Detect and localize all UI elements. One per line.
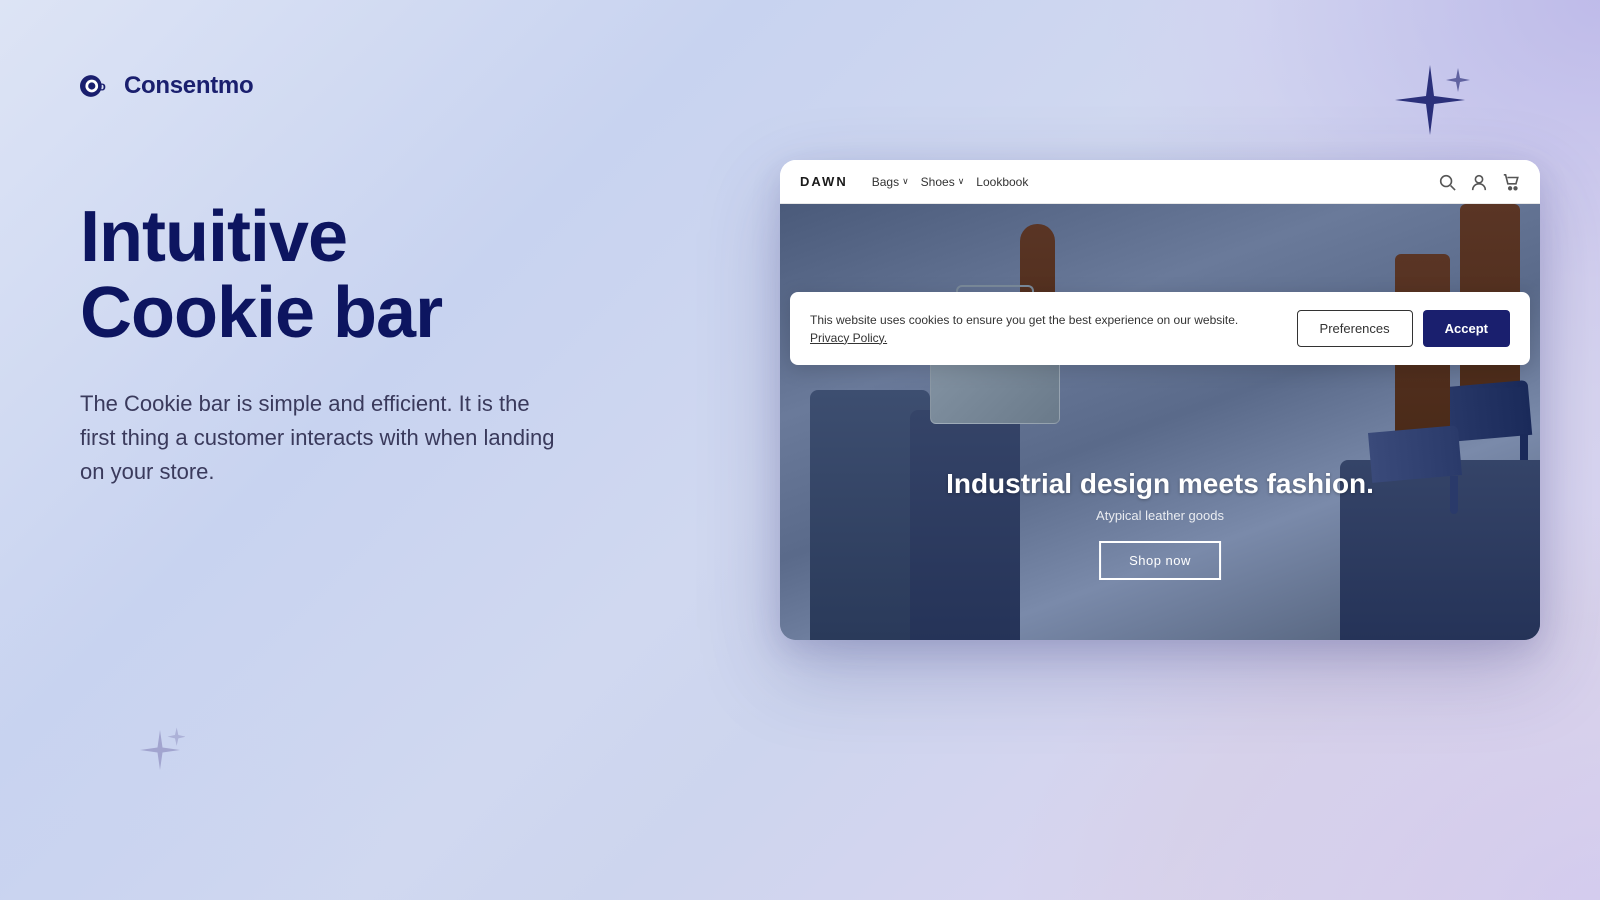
chevron-down-icon: ∨: [902, 176, 909, 187]
hero-subtext: Atypical leather goods: [946, 508, 1374, 523]
browser-icons: [1438, 173, 1520, 191]
accept-button[interactable]: Accept: [1423, 310, 1510, 347]
svg-text:o: o: [98, 80, 106, 94]
hero-image: Industrial design meets fashion. Atypica…: [780, 204, 1540, 640]
cart-icon[interactable]: [1502, 173, 1520, 191]
nav-shoes[interactable]: Shoes ∨: [921, 175, 965, 189]
headline-line2: Cookie bar: [80, 273, 442, 353]
stiletto-2: [1450, 476, 1458, 514]
cookie-banner: This website uses cookies to ensure you …: [790, 292, 1530, 365]
privacy-policy-link[interactable]: Privacy Policy.: [810, 331, 887, 345]
browser-mockup: DAWN Bags ∨ Shoes ∨ Lookbook: [780, 160, 1540, 640]
consentmo-logo-icon: o: [80, 72, 118, 100]
cookie-message-area: This website uses cookies to ensure you …: [810, 311, 1277, 347]
shop-now-button[interactable]: Shop now: [1099, 541, 1221, 580]
sparkle-top-right: [1390, 60, 1470, 145]
nav-links: Bags ∨ Shoes ∨ Lookbook: [872, 175, 1422, 189]
search-icon[interactable]: [1438, 173, 1456, 191]
description: The Cookie bar is simple and efficient. …: [80, 387, 570, 489]
headline: Intuitive Cookie bar: [80, 200, 610, 351]
chevron-down-icon: ∨: [958, 176, 965, 187]
cookie-message-text: This website uses cookies to ensure you …: [810, 313, 1238, 327]
nav-lookbook[interactable]: Lookbook: [976, 175, 1028, 189]
cookie-buttons: Preferences Accept: [1297, 310, 1510, 347]
headline-line1: Intuitive: [80, 197, 347, 277]
nav-bags[interactable]: Bags ∨: [872, 175, 909, 189]
hero-text-overlay: Industrial design meets fashion. Atypica…: [946, 468, 1374, 580]
hero-headline: Industrial design meets fashion.: [946, 468, 1374, 500]
shoe-body-2: [1368, 425, 1462, 483]
user-icon[interactable]: [1470, 173, 1488, 191]
logo-area: o Consentmo: [80, 72, 253, 100]
store-name: DAWN: [800, 174, 848, 189]
sparkle-bottom-left: [135, 725, 185, 780]
preferences-button[interactable]: Preferences: [1297, 310, 1413, 347]
browser-navbar: DAWN Bags ∨ Shoes ∨ Lookbook: [780, 160, 1540, 204]
bg-blob-bottom-left: [0, 600, 400, 900]
left-content: Intuitive Cookie bar The Cookie bar is s…: [80, 200, 610, 489]
logo-text: Consentmo: [124, 72, 253, 100]
